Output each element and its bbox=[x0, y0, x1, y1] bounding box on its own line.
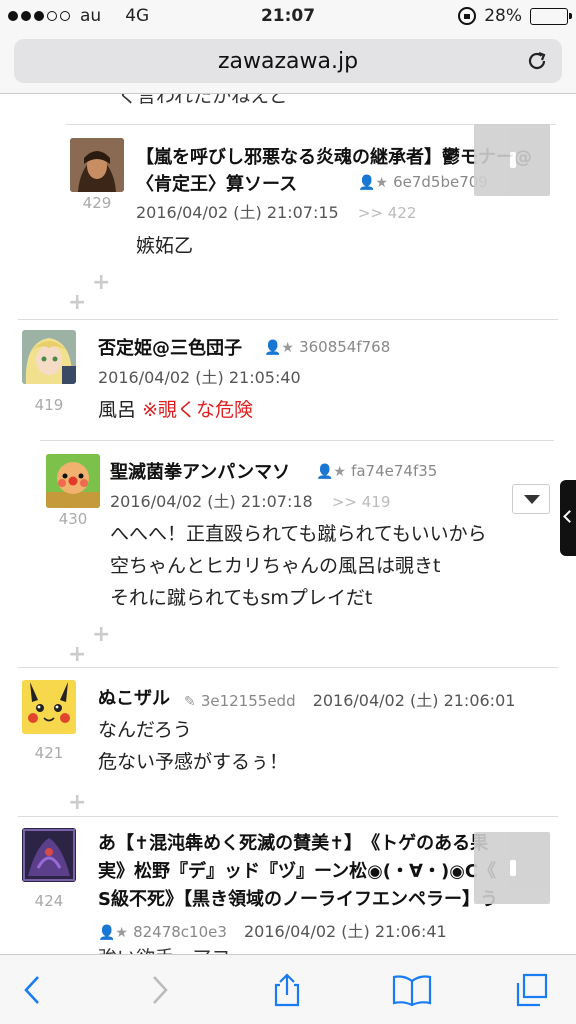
comment-author[interactable]: ぬこザル bbox=[98, 684, 170, 710]
comment-date: 2016/04/02 (土) 21:07:18 bbox=[110, 492, 313, 511]
comment-text: へへへ！正直殴られても蹴られてもいいから 空ちゃんとヒカリちゃんの風呂は覗きt … bbox=[110, 523, 487, 609]
battery-percent: 28% bbox=[484, 6, 522, 26]
overlay-tab[interactable] bbox=[474, 124, 550, 196]
user-icon: 👤★ bbox=[316, 464, 346, 480]
user-icon: 👤★ bbox=[264, 340, 294, 356]
avatar[interactable] bbox=[70, 138, 124, 192]
edit-user-icon: ✎ bbox=[184, 694, 196, 710]
add-reply-button[interactable]: + bbox=[68, 290, 86, 315]
browser-header: zawazawa.jp bbox=[0, 34, 576, 94]
divider bbox=[18, 319, 558, 320]
forward-icon[interactable] bbox=[142, 973, 176, 1007]
avatar[interactable] bbox=[22, 680, 76, 734]
user-id-label[interactable]: 👤★ 360854f768 bbox=[264, 337, 390, 356]
divider bbox=[18, 816, 558, 817]
comment-date: 2016/04/02 (土) 21:06:41 bbox=[244, 922, 447, 941]
reload-icon[interactable] bbox=[526, 50, 548, 72]
tabs-icon[interactable] bbox=[514, 973, 548, 1007]
comment-meta: 👤★ 82478c10e3 2016/04/02 (土) 21:06:41 bbox=[98, 918, 447, 942]
comment-menu-dropdown[interactable] bbox=[512, 484, 550, 514]
comment-meta: 2016/04/02 (土) 21:07:15 >> 422 bbox=[136, 199, 416, 223]
user-id-label[interactable]: 👤★ fa74e74f35 bbox=[316, 461, 437, 480]
comment-text: 嫉妬乙 bbox=[136, 235, 194, 257]
status-bar: au 4G 21:07 28% bbox=[0, 0, 576, 34]
comment-text: 風呂 ※覗くな危険 bbox=[98, 399, 253, 421]
comment-number[interactable]: 419 bbox=[22, 396, 76, 414]
comment-thread: く言われたかねえど 429 【嵐を呼びし邪悪なる炎魂の継承者】鬱モナー@〈肯定王… bbox=[0, 94, 576, 954]
comment-text: なんだろう 危ない予感がするぅ！ bbox=[98, 719, 289, 773]
battery-icon bbox=[530, 7, 572, 25]
comment-date: 2016/04/02 (土) 21:06:01 bbox=[312, 691, 516, 710]
divider bbox=[18, 667, 558, 668]
comment-number[interactable]: 421 bbox=[22, 744, 76, 762]
side-panel-toggle[interactable] bbox=[560, 480, 576, 556]
share-icon[interactable] bbox=[270, 973, 304, 1007]
add-reply-button[interactable]: + bbox=[92, 270, 110, 295]
address-bar[interactable]: zawazawa.jp bbox=[14, 39, 562, 83]
back-icon[interactable] bbox=[16, 973, 50, 1007]
overlay-tab[interactable] bbox=[474, 832, 550, 904]
comment-author[interactable]: 否定姫@三色団子 bbox=[98, 334, 242, 360]
reply-link[interactable]: >> 419 bbox=[332, 493, 391, 511]
user-id-label[interactable]: ✎ 3e12155edd 2016/04/02 (土) 21:06:01 bbox=[184, 687, 515, 711]
avatar[interactable] bbox=[46, 454, 100, 508]
avatar[interactable] bbox=[22, 330, 76, 384]
comment-date: 2016/04/02 (土) 21:05:40 bbox=[98, 368, 301, 387]
comment-number[interactable]: 429 bbox=[70, 194, 124, 212]
user-icon: 👤★ bbox=[98, 925, 128, 941]
warning-text: ※覗くな危険 bbox=[142, 399, 253, 421]
rotation-lock-icon bbox=[458, 7, 477, 25]
add-reply-button[interactable]: + bbox=[92, 622, 110, 647]
divider bbox=[40, 440, 554, 441]
comment-author[interactable]: あ【✝混沌犇めく死滅の賛美✝】 《トゲのある果 実》松野『デ』ッド『ヅ』ーン松◉… bbox=[98, 830, 498, 914]
browser-toolbar bbox=[0, 954, 576, 1024]
avatar[interactable] bbox=[22, 828, 76, 882]
add-reply-button[interactable]: + bbox=[68, 790, 86, 815]
comment-date: 2016/04/02 (土) 21:07:15 bbox=[136, 203, 339, 222]
add-reply-button[interactable]: + bbox=[68, 642, 86, 667]
partial-comment-text: 強い欲手ーアコ bbox=[98, 942, 230, 954]
user-icon: 👤★ bbox=[358, 175, 388, 191]
user-id-label[interactable]: 👤★ 6e7d5be709 bbox=[358, 172, 488, 191]
reply-link[interactable]: >> 422 bbox=[358, 204, 417, 222]
url-text: zawazawa.jp bbox=[217, 49, 359, 74]
partial-comment-text: く言われたかねえど bbox=[118, 94, 289, 107]
comment-author[interactable]: 聖滅菌拳アンパンマソ bbox=[110, 458, 290, 484]
user-id-label[interactable]: 82478c10e3 bbox=[133, 923, 227, 941]
bookmarks-icon[interactable] bbox=[392, 973, 432, 1007]
comment-number[interactable]: 424 bbox=[22, 892, 76, 910]
comment-number[interactable]: 430 bbox=[46, 510, 100, 528]
comment-meta: 2016/04/02 (土) 21:07:18 >> 419 bbox=[110, 488, 390, 512]
